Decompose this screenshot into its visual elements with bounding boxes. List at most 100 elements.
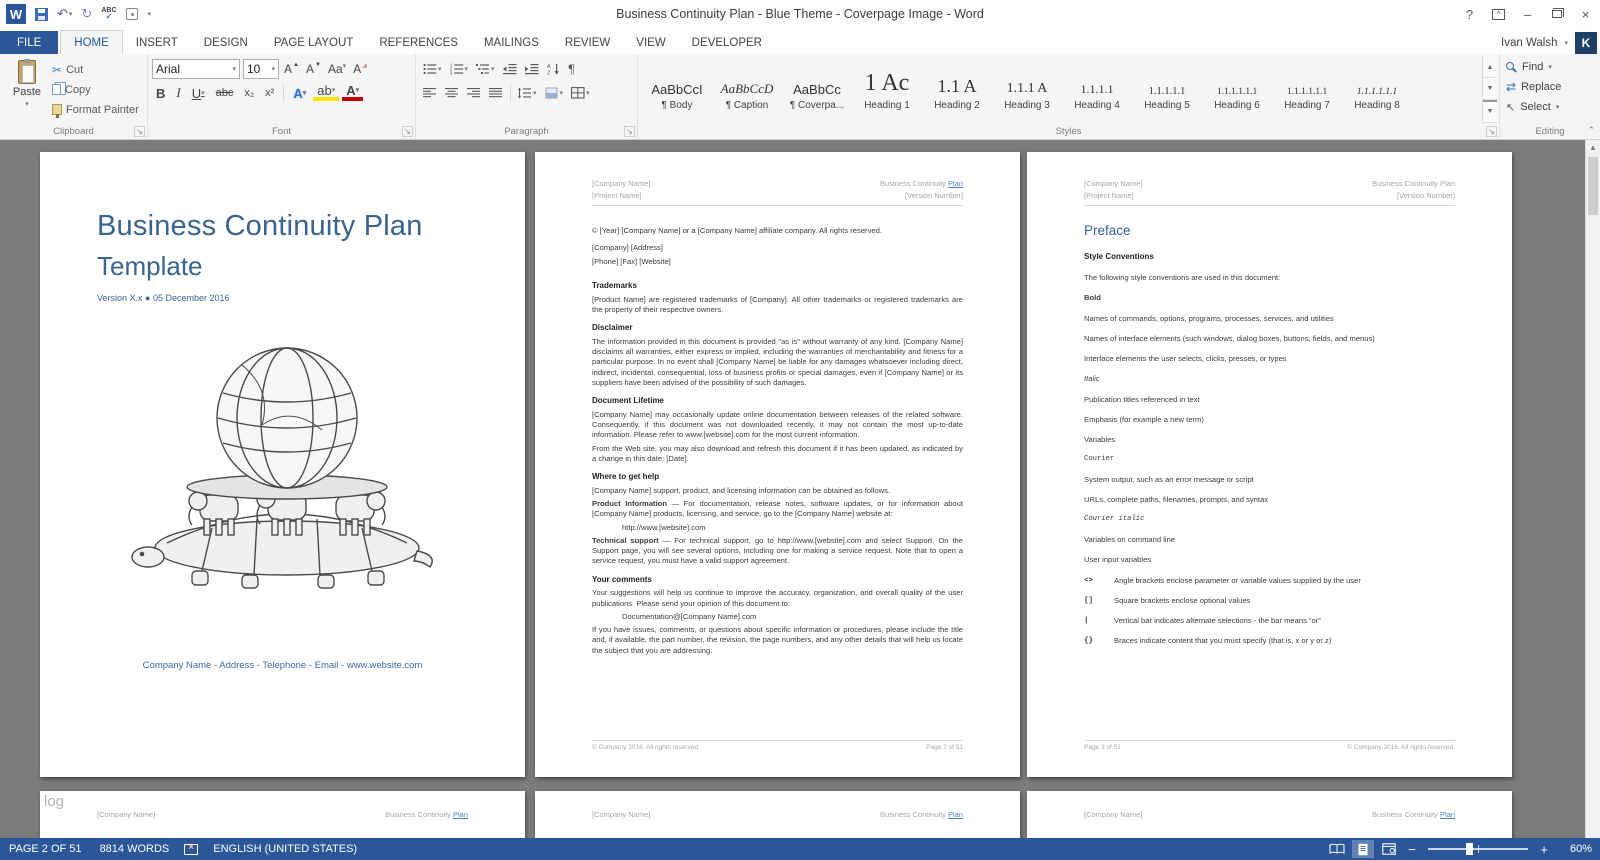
copy-button[interactable]: Copy — [50, 81, 141, 98]
text-effects-button[interactable]: A▾ — [289, 86, 310, 101]
font-name-combo[interactable]: Arial▾ — [152, 59, 240, 79]
styles-scroll-up-button[interactable]: ▲ — [1483, 57, 1497, 78]
font-color-button[interactable]: A▾ — [342, 85, 363, 101]
scrollbar-thumb[interactable] — [1588, 157, 1598, 215]
tab-review[interactable]: REVIEW — [552, 31, 623, 54]
zoom-level[interactable]: 60% — [1556, 843, 1592, 855]
grow-font-button[interactable]: A▲ — [282, 62, 301, 76]
touch-mode-button[interactable] — [126, 8, 138, 20]
page-5-partial[interactable]: [Company Name] Business Continuity Plan — [535, 791, 1020, 838]
tab-file[interactable]: FILE — [0, 31, 58, 54]
cut-button[interactable]: ✂Cut — [50, 61, 141, 78]
qat-customize-button[interactable]: ▾ — [147, 10, 152, 18]
increase-indent-button[interactable] — [522, 62, 542, 76]
tab-home[interactable]: HOME — [60, 30, 123, 54]
show-formatting-marks-button[interactable]: ¶ — [566, 60, 578, 78]
print-layout-button[interactable] — [1352, 840, 1374, 858]
style-item-heading-7[interactable]: 1.1.1.1.1.1Heading 7 — [1272, 57, 1342, 123]
tab-references[interactable]: REFERENCES — [366, 31, 471, 54]
shading-button[interactable]: ▾ — [542, 86, 567, 100]
style-item-heading-4[interactable]: 1.1.1.1Heading 4 — [1062, 57, 1132, 123]
help-button[interactable]: ? — [1455, 0, 1484, 28]
user-avatar[interactable]: K — [1575, 32, 1597, 54]
user-name[interactable]: Ivan Walsh — [1501, 37, 1557, 49]
page-4-partial[interactable]: log [Company Name] Business Continuity P… — [40, 791, 525, 838]
borders-button[interactable]: ▾ — [568, 86, 593, 100]
styles-gallery-more-button[interactable]: ▼ — [1483, 100, 1497, 123]
highlight-color-button[interactable]: ab▾ — [313, 85, 339, 101]
collapse-ribbon-button[interactable]: ⌃ — [1587, 125, 1595, 136]
zoom-in-button[interactable]: + — [1536, 842, 1552, 857]
underline-button[interactable]: U▾ — [188, 86, 209, 101]
tab-view[interactable]: VIEW — [623, 31, 678, 54]
undo-dropdown-icon[interactable]: ▾ — [69, 10, 73, 18]
word-logo-icon[interactable]: W — [6, 4, 26, 24]
tab-developer[interactable]: DEVELOPER — [679, 31, 775, 54]
minimize-button[interactable]: – — [1513, 0, 1542, 28]
page-2[interactable]: [Company Name] [Project Name] Business C… — [535, 152, 1020, 777]
header-doc-title-link[interactable]: Plan — [948, 179, 963, 188]
clear-formatting-button[interactable]: A◢ — [351, 62, 369, 76]
strikethrough-button[interactable]: abc — [212, 87, 238, 99]
line-spacing-button[interactable]: ▾ — [515, 86, 540, 100]
tab-insert[interactable]: INSERT — [123, 31, 191, 54]
undo-button[interactable]: ↶▾ — [57, 6, 72, 22]
zoom-out-button[interactable]: − — [1404, 842, 1420, 857]
style-item-heading-3[interactable]: 1.1.1 AHeading 3 — [992, 57, 1062, 123]
restore-button[interactable] — [1542, 0, 1571, 28]
styles-scroll-down-button[interactable]: ▼ — [1483, 78, 1497, 99]
decrease-indent-button[interactable] — [500, 62, 520, 76]
zoom-slider[interactable] — [1428, 848, 1528, 850]
format-painter-button[interactable]: Format Painter — [50, 101, 141, 118]
superscript-button[interactable]: x² — [261, 87, 278, 99]
paragraph-dialog-launcher[interactable]: ↘ — [624, 126, 635, 137]
numbering-button[interactable]: 123▾ — [447, 62, 472, 76]
find-button[interactable]: Find▾ — [1504, 57, 1596, 77]
multilevel-list-button[interactable]: ▾ — [473, 62, 498, 76]
font-dialog-launcher[interactable]: ↘ — [402, 126, 413, 137]
style-item-heading-1[interactable]: 1 AcHeading 1 — [852, 57, 922, 123]
language-indicator[interactable]: ENGLISH (UNITED STATES) — [204, 843, 366, 855]
align-center-button[interactable] — [442, 86, 462, 100]
style-item-heading-5[interactable]: 1.1.1.1.1Heading 5 — [1132, 57, 1202, 123]
close-button[interactable]: × — [1571, 0, 1600, 28]
select-button[interactable]: ↖Select▾ — [1504, 97, 1596, 117]
style-item-heading-8[interactable]: 1.1.1.1.1.1Heading 8 — [1342, 57, 1412, 123]
proofing-errors-icon[interactable] — [184, 844, 198, 855]
replace-button[interactable]: ⇄Replace — [1504, 77, 1596, 97]
style-item-caption[interactable]: AaBbCcD¶ Caption — [712, 57, 782, 123]
change-case-button[interactable]: Aa▾ — [326, 62, 348, 76]
justify-button[interactable] — [486, 86, 506, 100]
subscript-button[interactable]: x₂ — [240, 87, 258, 99]
page-indicator[interactable]: PAGE 2 OF 51 — [0, 843, 91, 855]
page-1-cover[interactable]: Business Continuity Plan Template Versio… — [40, 152, 525, 777]
tab-mailings[interactable]: MAILINGS — [471, 31, 552, 54]
web-layout-button[interactable] — [1378, 840, 1400, 858]
shrink-font-button[interactable]: A▼ — [304, 62, 323, 76]
sort-button[interactable]: AZ — [544, 62, 564, 76]
zoom-slider-thumb[interactable] — [1466, 843, 1473, 855]
page-6-partial[interactable]: [Company Name] Business Continuity Plan — [1027, 791, 1512, 838]
scroll-up-arrow[interactable]: ▲ — [1586, 140, 1600, 155]
chevron-down-icon[interactable]: ▾ — [25, 100, 29, 108]
styles-dialog-launcher[interactable]: ↘ — [1486, 126, 1497, 137]
page-3[interactable]: [Company Name] [Project Name] Business C… — [1027, 152, 1512, 777]
align-left-button[interactable] — [420, 86, 440, 100]
bold-button[interactable]: B — [152, 86, 169, 101]
redo-button[interactable]: ↻ — [81, 6, 92, 22]
paste-button[interactable]: Paste ▾ — [4, 57, 50, 123]
ribbon-display-options-button[interactable]: ^ — [1484, 0, 1513, 28]
save-button[interactable] — [35, 8, 48, 21]
align-right-button[interactable] — [464, 86, 484, 100]
italic-button[interactable]: I — [172, 85, 184, 101]
style-item-heading-2[interactable]: 1.1 AHeading 2 — [922, 57, 992, 123]
vertical-scrollbar[interactable]: ▲ — [1585, 140, 1600, 838]
clipboard-dialog-launcher[interactable]: ↘ — [134, 126, 145, 137]
read-mode-button[interactable] — [1326, 840, 1348, 858]
tab-design[interactable]: DESIGN — [191, 31, 261, 54]
font-size-combo[interactable]: 10▾ — [243, 59, 279, 79]
bullets-button[interactable]: ▾ — [420, 62, 445, 76]
tab-page-layout[interactable]: PAGE LAYOUT — [261, 31, 366, 54]
style-item-coverpage[interactable]: AaBbCc¶ Coverpa... — [782, 57, 852, 123]
style-item-heading-6[interactable]: 1.1.1.1.1.1Heading 6 — [1202, 57, 1272, 123]
